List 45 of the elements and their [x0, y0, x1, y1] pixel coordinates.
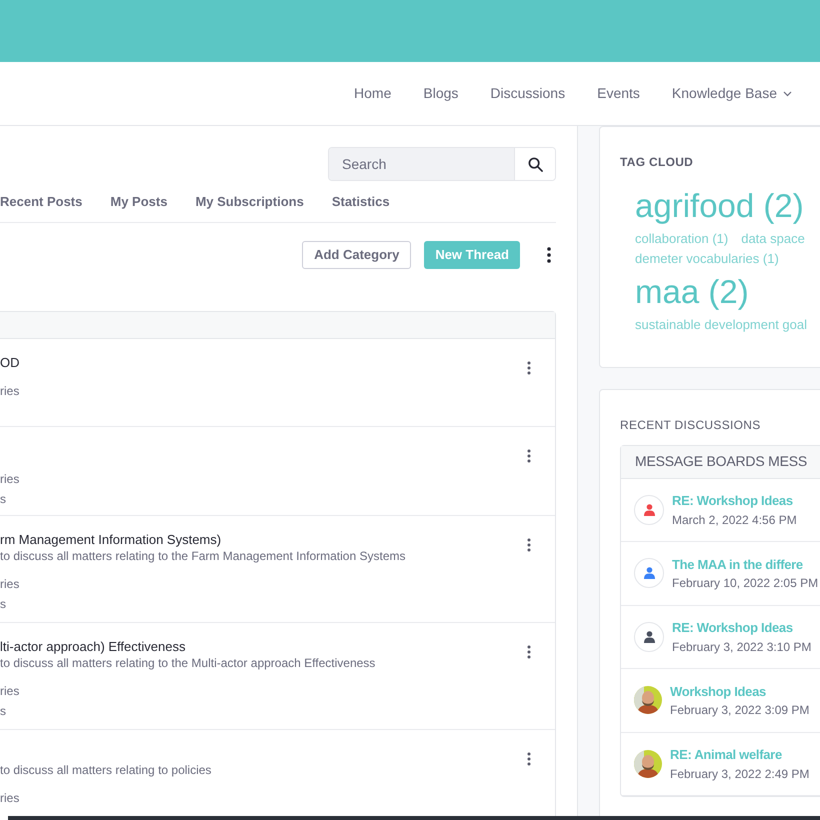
post-date: February 10, 2022 2:05 PM	[672, 575, 818, 592]
nav-link[interactable]: Home	[338, 83, 408, 104]
category-description: to discuss all matters relating to the Multi-actor approach Effectiveness	[0, 655, 376, 672]
category-row[interactable]: OD ries	[0, 339, 555, 427]
post-date: March 2, 2022 4:56 PM	[672, 512, 797, 529]
search-icon	[528, 156, 542, 172]
more-options-icon[interactable]	[527, 361, 531, 375]
category-stat: ries	[0, 383, 20, 400]
category-stat: ries	[0, 790, 20, 807]
nav-link[interactable]: Events	[581, 83, 656, 104]
search-button[interactable]	[514, 148, 555, 180]
more-options-icon[interactable]	[547, 247, 551, 263]
card-title: RECENT DISCUSSIONS	[620, 416, 762, 434]
category-title[interactable]: rm Management Information Systems)	[0, 530, 406, 549]
category-stat: ries	[0, 683, 20, 700]
tab[interactable]: My Subscriptions	[195, 181, 304, 222]
category-title[interactable]: lti-actor approach) Effectiveness	[0, 637, 376, 656]
nav-link[interactable]: Blogs	[407, 83, 474, 104]
category-stat: s	[0, 491, 7, 508]
tab[interactable]: Recent Posts	[0, 181, 82, 222]
tab[interactable]: Statistics	[332, 181, 390, 222]
tab[interactable]: My Posts	[110, 181, 168, 222]
add-category-button[interactable]: Add Category	[302, 241, 412, 269]
post-date: February 3, 2022 2:49 PM	[670, 766, 810, 783]
category-title[interactable]: OD	[0, 353, 20, 372]
more-options-icon[interactable]	[527, 538, 531, 552]
card-title: TAG CLOUD	[620, 154, 694, 171]
nav-link[interactable]: Discussions	[474, 83, 582, 104]
post-date: February 3, 2022 3:10 PM	[672, 638, 812, 656]
category-description: to discuss all matters relating to the Farm Management Information Systems	[0, 548, 406, 565]
category-stat: ries	[0, 576, 20, 593]
category-row[interactable]: ries s	[0, 427, 555, 516]
category-stat: s	[0, 596, 7, 613]
category-row[interactable]: lti-actor approach) Effectiveness to discuss all matters relating to the Multi-actor approach Effectiveness ries s	[0, 623, 555, 730]
category-description: to discuss all matters relating to policies	[0, 762, 212, 779]
more-options-icon[interactable]	[527, 449, 531, 463]
post-date: February 3, 2022 3:09 PM	[670, 702, 810, 720]
table-header: MESSAGE BOARDS MESS	[621, 446, 820, 479]
category-stat: ries	[0, 471, 20, 488]
search-field[interactable]: Search	[328, 147, 556, 181]
category-row[interactable]: rm Management Information Systems) to discuss all matters relating to the Farm Management Information Systems ries s	[0, 516, 555, 623]
more-options-icon[interactable]	[527, 752, 531, 766]
nav-link[interactable]: Knowledge Base	[656, 83, 808, 104]
more-options-icon[interactable]	[527, 645, 531, 659]
category-stat: s	[0, 703, 7, 720]
